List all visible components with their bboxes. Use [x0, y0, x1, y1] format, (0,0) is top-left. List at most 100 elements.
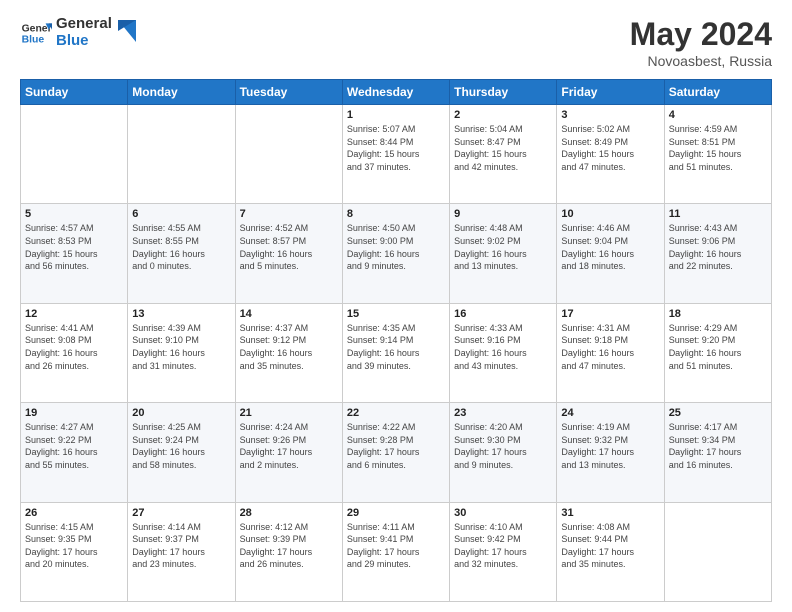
calendar-cell-w5-d2: 27 Sunrise: 4:14 AM Sunset: 9:37 PM Dayli…: [128, 502, 235, 601]
day-info: Sunrise: 4:24 AM Sunset: 9:26 PM Dayligh…: [240, 421, 338, 471]
col-tuesday: Tuesday: [235, 80, 342, 105]
day-info: Sunrise: 4:55 AM Sunset: 8:55 PM Dayligh…: [132, 222, 230, 272]
calendar-cell-w3-d6: 17 Sunrise: 4:31 AM Sunset: 9:18 PM Dayli…: [557, 303, 664, 402]
day-number: 17: [561, 308, 659, 320]
calendar-cell-w4-d7: 25 Sunrise: 4:17 AM Sunset: 9:34 PM Dayli…: [664, 403, 771, 502]
calendar-cell-w3-d3: 14Sunrise: 4:37 AM Sunset: 9:12 PM Dayli…: [235, 303, 342, 402]
day-number: 15: [347, 308, 445, 320]
calendar-header-row: Sunday Monday Tuesday Wednesday Thursday…: [21, 80, 772, 105]
calendar-cell-w4-d5: 23Sunrise: 4:20 AM Sunset: 9:30 PM Dayli…: [450, 403, 557, 502]
calendar-cell-w1-d5: 2 Sunrise: 5:04 AM Sunset: 8:47 PM Daylig…: [450, 105, 557, 204]
day-info: Sunrise: 4:17 AM Sunset: 9:34 PM Dayligh…: [669, 421, 767, 471]
calendar-cell-w2-d7: 11Sunrise: 4:43 AM Sunset: 9:06 PM Dayli…: [664, 204, 771, 303]
calendar-cell-w4-d6: 24Sunrise: 4:19 AM Sunset: 9:32 PM Dayli…: [557, 403, 664, 502]
day-number: 20: [132, 407, 230, 419]
day-number: 14: [240, 308, 338, 320]
day-number: 29: [347, 507, 445, 519]
day-number: 10: [561, 208, 659, 220]
day-number: 8: [347, 208, 445, 220]
calendar-cell-w4-d3: 21 Sunrise: 4:24 AM Sunset: 9:26 PM Dayli…: [235, 403, 342, 502]
col-saturday: Saturday: [664, 80, 771, 105]
calendar-cell-w1-d7: 4 Sunrise: 4:59 AM Sunset: 8:51 PM Daylig…: [664, 105, 771, 204]
week-row-1: 1 Sunrise: 5:07 AM Sunset: 8:44 PM Daylig…: [21, 105, 772, 204]
calendar-cell-w1-d6: 3 Sunrise: 5:02 AM Sunset: 8:49 PM Daylig…: [557, 105, 664, 204]
calendar-cell-w2-d4: 8 Sunrise: 4:50 AM Sunset: 9:00 PM Daylig…: [342, 204, 449, 303]
calendar-cell-w3-d5: 16 Sunrise: 4:33 AM Sunset: 9:16 PM Dayli…: [450, 303, 557, 402]
day-info: Sunrise: 5:02 AM Sunset: 8:49 PM Dayligh…: [561, 123, 659, 173]
calendar-cell-w1-d1: [21, 105, 128, 204]
day-info: Sunrise: 4:48 AM Sunset: 9:02 PM Dayligh…: [454, 222, 552, 272]
day-info: Sunrise: 4:22 AM Sunset: 9:28 PM Dayligh…: [347, 421, 445, 471]
week-row-3: 12 Sunrise: 4:41 AM Sunset: 9:08 PM Dayli…: [21, 303, 772, 402]
day-number: 25: [669, 407, 767, 419]
day-info: Sunrise: 4:35 AM Sunset: 9:14 PM Dayligh…: [347, 322, 445, 372]
calendar-cell-w1-d3: [235, 105, 342, 204]
day-info: Sunrise: 4:20 AM Sunset: 9:30 PM Dayligh…: [454, 421, 552, 471]
day-info: Sunrise: 4:25 AM Sunset: 9:24 PM Dayligh…: [132, 421, 230, 471]
day-info: Sunrise: 4:31 AM Sunset: 9:18 PM Dayligh…: [561, 322, 659, 372]
day-number: 5: [25, 208, 123, 220]
day-number: 9: [454, 208, 552, 220]
day-number: 3: [561, 109, 659, 121]
day-number: 13: [132, 308, 230, 320]
col-sunday: Sunday: [21, 80, 128, 105]
calendar-cell-w4-d1: 19 Sunrise: 4:27 AM Sunset: 9:22 PM Dayli…: [21, 403, 128, 502]
calendar-table: Sunday Monday Tuesday Wednesday Thursday…: [20, 79, 772, 602]
calendar-cell-w4-d2: 20 Sunrise: 4:25 AM Sunset: 9:24 PM Dayli…: [128, 403, 235, 502]
calendar-cell-w2-d1: 5Sunrise: 4:57 AM Sunset: 8:53 PM Daylig…: [21, 204, 128, 303]
day-number: 31: [561, 507, 659, 519]
day-info: Sunrise: 4:27 AM Sunset: 9:22 PM Dayligh…: [25, 421, 123, 471]
col-friday: Friday: [557, 80, 664, 105]
day-number: 1: [347, 109, 445, 121]
header: General Blue General Blue May 2024 Novoa…: [20, 16, 772, 69]
day-info: Sunrise: 4:33 AM Sunset: 9:16 PM Dayligh…: [454, 322, 552, 372]
day-info: Sunrise: 4:41 AM Sunset: 9:08 PM Dayligh…: [25, 322, 123, 372]
col-monday: Monday: [128, 80, 235, 105]
logo-icon: General Blue: [20, 17, 52, 49]
day-number: 18: [669, 308, 767, 320]
day-number: 26: [25, 507, 123, 519]
day-number: 28: [240, 507, 338, 519]
svg-text:Blue: Blue: [22, 34, 45, 45]
location: Novoasbest, Russia: [630, 53, 772, 69]
calendar-cell-w3-d2: 13Sunrise: 4:39 AM Sunset: 9:10 PM Dayli…: [128, 303, 235, 402]
day-info: Sunrise: 4:50 AM Sunset: 9:00 PM Dayligh…: [347, 222, 445, 272]
week-row-2: 5Sunrise: 4:57 AM Sunset: 8:53 PM Daylig…: [21, 204, 772, 303]
day-info: Sunrise: 5:07 AM Sunset: 8:44 PM Dayligh…: [347, 123, 445, 173]
calendar-cell-w5-d4: 29Sunrise: 4:11 AM Sunset: 9:41 PM Dayli…: [342, 502, 449, 601]
col-thursday: Thursday: [450, 80, 557, 105]
col-wednesday: Wednesday: [342, 80, 449, 105]
day-number: 19: [25, 407, 123, 419]
calendar-cell-w1-d4: 1 Sunrise: 5:07 AM Sunset: 8:44 PM Daylig…: [342, 105, 449, 204]
day-info: Sunrise: 4:43 AM Sunset: 9:06 PM Dayligh…: [669, 222, 767, 272]
day-number: 6: [132, 208, 230, 220]
day-number: 16: [454, 308, 552, 320]
logo-general: General: [56, 16, 112, 33]
month-title: May 2024: [630, 16, 772, 53]
calendar-cell-w5-d3: 28 Sunrise: 4:12 AM Sunset: 9:39 PM Dayli…: [235, 502, 342, 601]
calendar-cell-w2-d5: 9 Sunrise: 4:48 AM Sunset: 9:02 PM Daylig…: [450, 204, 557, 303]
day-info: Sunrise: 5:04 AM Sunset: 8:47 PM Dayligh…: [454, 123, 552, 173]
calendar-cell-w3-d7: 18 Sunrise: 4:29 AM Sunset: 9:20 PM Dayli…: [664, 303, 771, 402]
day-info: Sunrise: 4:14 AM Sunset: 9:37 PM Dayligh…: [132, 521, 230, 571]
day-number: 24: [561, 407, 659, 419]
calendar-cell-w2-d2: 6 Sunrise: 4:55 AM Sunset: 8:55 PM Daylig…: [128, 204, 235, 303]
day-number: 2: [454, 109, 552, 121]
calendar-cell-w2-d6: 10Sunrise: 4:46 AM Sunset: 9:04 PM Dayli…: [557, 204, 664, 303]
week-row-4: 19 Sunrise: 4:27 AM Sunset: 9:22 PM Dayli…: [21, 403, 772, 502]
day-number: 4: [669, 109, 767, 121]
calendar-cell-w5-d6: 31 Sunrise: 4:08 AM Sunset: 9:44 PM Dayli…: [557, 502, 664, 601]
day-number: 21: [240, 407, 338, 419]
calendar-cell-w3-d4: 15 Sunrise: 4:35 AM Sunset: 9:14 PM Dayli…: [342, 303, 449, 402]
day-number: 12: [25, 308, 123, 320]
day-info: Sunrise: 4:29 AM Sunset: 9:20 PM Dayligh…: [669, 322, 767, 372]
day-info: Sunrise: 4:59 AM Sunset: 8:51 PM Dayligh…: [669, 123, 767, 173]
day-info: Sunrise: 4:08 AM Sunset: 9:44 PM Dayligh…: [561, 521, 659, 571]
day-info: Sunrise: 4:12 AM Sunset: 9:39 PM Dayligh…: [240, 521, 338, 571]
day-info: Sunrise: 4:52 AM Sunset: 8:57 PM Dayligh…: [240, 222, 338, 272]
calendar-cell-w3-d1: 12 Sunrise: 4:41 AM Sunset: 9:08 PM Dayli…: [21, 303, 128, 402]
day-number: 27: [132, 507, 230, 519]
calendar-cell-w2-d3: 7Sunrise: 4:52 AM Sunset: 8:57 PM Daylig…: [235, 204, 342, 303]
calendar-cell-w5-d1: 26Sunrise: 4:15 AM Sunset: 9:35 PM Dayli…: [21, 502, 128, 601]
calendar-cell-w5-d5: 30Sunrise: 4:10 AM Sunset: 9:42 PM Dayli…: [450, 502, 557, 601]
